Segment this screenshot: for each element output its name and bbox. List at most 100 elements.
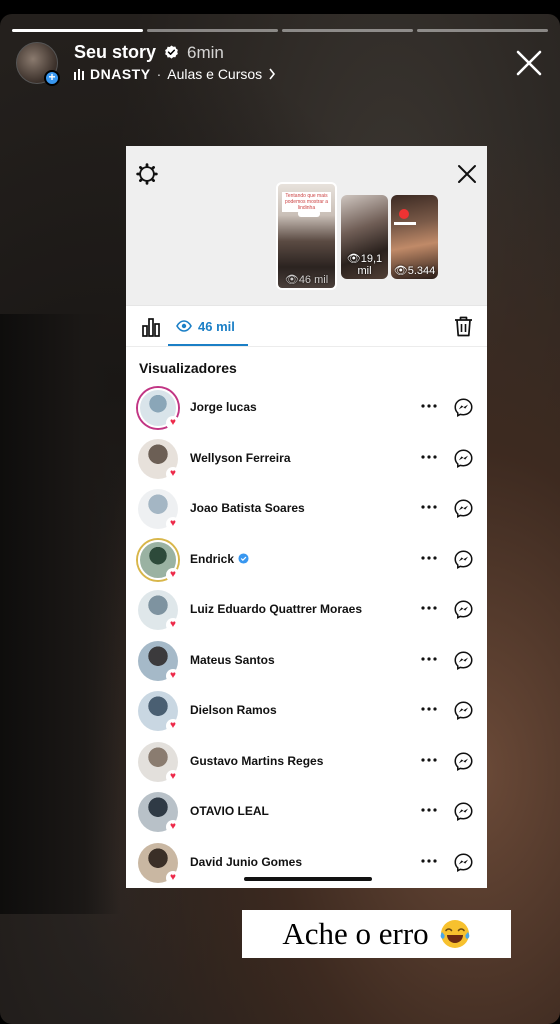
messenger-icon[interactable] <box>454 448 473 468</box>
trash-icon[interactable] <box>454 316 473 337</box>
messenger-icon[interactable] <box>454 650 473 670</box>
stats-tabs: 46 mil <box>126 306 487 346</box>
story-text-sticker[interactable]: Ache o erro <box>242 910 511 958</box>
viewer-name-row[interactable]: Joao Batista Soares <box>190 501 305 515</box>
story-title-row: Seu story 6min <box>74 42 224 63</box>
viewer-row[interactable]: ♥ Mateus Santos <box>126 636 487 687</box>
chevron-right-icon <box>269 68 276 80</box>
viewer-avatar[interactable]: ♥ <box>138 792 180 834</box>
music-bars-icon <box>74 68 84 80</box>
viewer-row[interactable]: ♥ Gustavo Martins Reges <box>126 737 487 788</box>
verified-badge-icon <box>238 553 249 564</box>
more-options-icon[interactable] <box>420 801 438 819</box>
heart-like-icon: ♥ <box>166 466 180 481</box>
viewer-row[interactable]: ♥ Joao Batista Soares <box>126 484 487 535</box>
messenger-icon[interactable] <box>454 600 473 619</box>
progress-segment <box>417 29 548 32</box>
warning-sticker-icon <box>399 209 409 219</box>
viewer-avatar[interactable]: ♥ <box>138 438 180 481</box>
viewer-row[interactable]: ♥ Luiz Eduardo Quattrer Moraes <box>126 585 487 636</box>
story-thumbnail[interactable]: 👁19,1 mil <box>341 195 388 279</box>
viewer-name: Dielson Ramos <box>190 703 277 717</box>
viewer-avatar[interactable]: ♥ <box>138 640 180 683</box>
music-artist: DNASTY <box>90 66 151 82</box>
viewer-name-row[interactable]: Luiz Eduardo Quattrer Moraes <box>190 602 362 616</box>
more-options-icon[interactable] <box>420 852 438 870</box>
viewer-name: OTAVIO LEAL <box>190 804 269 818</box>
more-options-icon[interactable] <box>420 751 438 769</box>
story-header: + Seu story 6min DNASTY · Aulas e Cursos <box>16 42 544 90</box>
more-options-icon[interactable] <box>420 448 438 466</box>
viewer-name-row[interactable]: Dielson Ramos <box>190 703 277 717</box>
close-sheet-icon[interactable] <box>457 164 477 184</box>
more-options-icon[interactable] <box>420 599 438 617</box>
music-attribution[interactable]: DNASTY · Aulas e Cursos <box>74 66 276 82</box>
progress-segment <box>147 29 278 32</box>
home-indicator <box>244 877 372 881</box>
messenger-icon[interactable] <box>454 802 473 821</box>
progress-segment <box>282 29 413 32</box>
settings-gear-icon[interactable] <box>136 163 158 185</box>
viewer-name: Joao Batista Soares <box>190 501 305 515</box>
viewer-avatar[interactable]: ♥ <box>138 741 180 784</box>
viewer-avatar[interactable]: ♥ <box>138 489 180 531</box>
viewer-row[interactable]: ♥ Jorge lucas <box>126 383 487 434</box>
more-options-icon[interactable] <box>420 549 438 567</box>
face-with-tears-of-joy-icon <box>440 920 469 948</box>
viewer-name-row[interactable]: Endrick <box>190 552 249 566</box>
story-time: 6min <box>187 42 224 62</box>
more-options-icon[interactable] <box>420 397 438 415</box>
messenger-icon[interactable] <box>454 701 473 720</box>
viewer-name: Wellyson Ferreira <box>190 450 291 465</box>
heart-like-icon: ♥ <box>166 618 180 632</box>
more-options-icon[interactable] <box>420 700 438 718</box>
thumbnail-caption: Tentando que mais podemos mostrar a lind… <box>282 192 331 212</box>
story-title[interactable]: Seu story <box>74 42 156 63</box>
viewer-avatar[interactable]: ♥ <box>138 388 180 430</box>
viewer-name-row[interactable]: David Junio Gomes <box>190 855 302 869</box>
messenger-icon[interactable] <box>454 852 473 872</box>
viewer-avatar[interactable]: ♥ <box>138 539 180 582</box>
heart-like-icon: ♥ <box>166 416 180 430</box>
thumbnail-views: 👁19,1 mil <box>346 253 383 277</box>
close-icon[interactable] <box>514 48 544 78</box>
viewer-avatar[interactable]: ♥ <box>138 590 180 632</box>
messenger-icon[interactable] <box>454 751 473 771</box>
messenger-icon[interactable] <box>454 398 473 417</box>
viewer-name-row[interactable]: Mateus Santos <box>190 653 275 667</box>
heart-like-icon: ♥ <box>166 668 180 683</box>
viewer-row[interactable]: ♥ Endrick <box>126 535 487 586</box>
story-thumbnail-selected[interactable]: Tentando que mais podemos mostrar a lind… <box>276 182 337 290</box>
more-options-icon[interactable] <box>420 498 438 516</box>
views-tab[interactable]: 46 mil <box>172 306 239 346</box>
more-options-icon[interactable] <box>420 650 438 668</box>
heart-like-icon: ♥ <box>166 517 180 531</box>
viewer-row[interactable]: ♥ Dielson Ramos <box>126 686 487 737</box>
viewer-name: David Junio Gomes <box>190 854 303 869</box>
music-track: Aulas e Cursos <box>167 66 263 82</box>
insights-bar-chart-icon[interactable] <box>141 317 161 337</box>
add-story-icon[interactable]: + <box>44 70 60 86</box>
viewer-name: Jorge lucas <box>190 400 257 414</box>
viewer-name-row[interactable]: Gustavo Martins Reges <box>190 754 323 768</box>
heart-like-icon: ♥ <box>166 820 180 834</box>
viewer-name-row[interactable]: Jorge lucas <box>190 400 257 414</box>
viewer-name: Endrick <box>190 551 235 566</box>
section-title: Visualizadores <box>139 360 237 376</box>
viewers-list: ♥ Jorge lucas ♥ Wellyson Ferreira ♥ Joao Bati… <box>126 383 487 888</box>
thumbnail-views: 👁5.344 <box>393 265 436 277</box>
messenger-icon[interactable] <box>454 549 473 569</box>
viewer-name: Luiz Eduardo Quattrer Moraes <box>190 602 363 616</box>
viewer-name-row[interactable]: Wellyson Ferreira <box>190 451 291 465</box>
viewer-name: Mateus Santos <box>190 652 275 667</box>
story-thumbnail[interactable]: 👁5.344 <box>391 195 438 279</box>
thumbnail-views: 👁46 mil <box>284 274 329 286</box>
viewer-row[interactable]: ♥ Wellyson Ferreira <box>126 434 487 485</box>
viewer-name-row[interactable]: OTAVIO LEAL <box>190 804 269 818</box>
progress-segment <box>12 29 143 32</box>
messenger-icon[interactable] <box>454 499 473 518</box>
viewer-avatar[interactable]: ♥ <box>138 691 180 733</box>
profile-avatar[interactable]: + <box>16 42 60 86</box>
viewer-avatar[interactable]: ♥ <box>138 842 180 885</box>
viewer-row[interactable]: ♥ OTAVIO LEAL <box>126 787 487 838</box>
